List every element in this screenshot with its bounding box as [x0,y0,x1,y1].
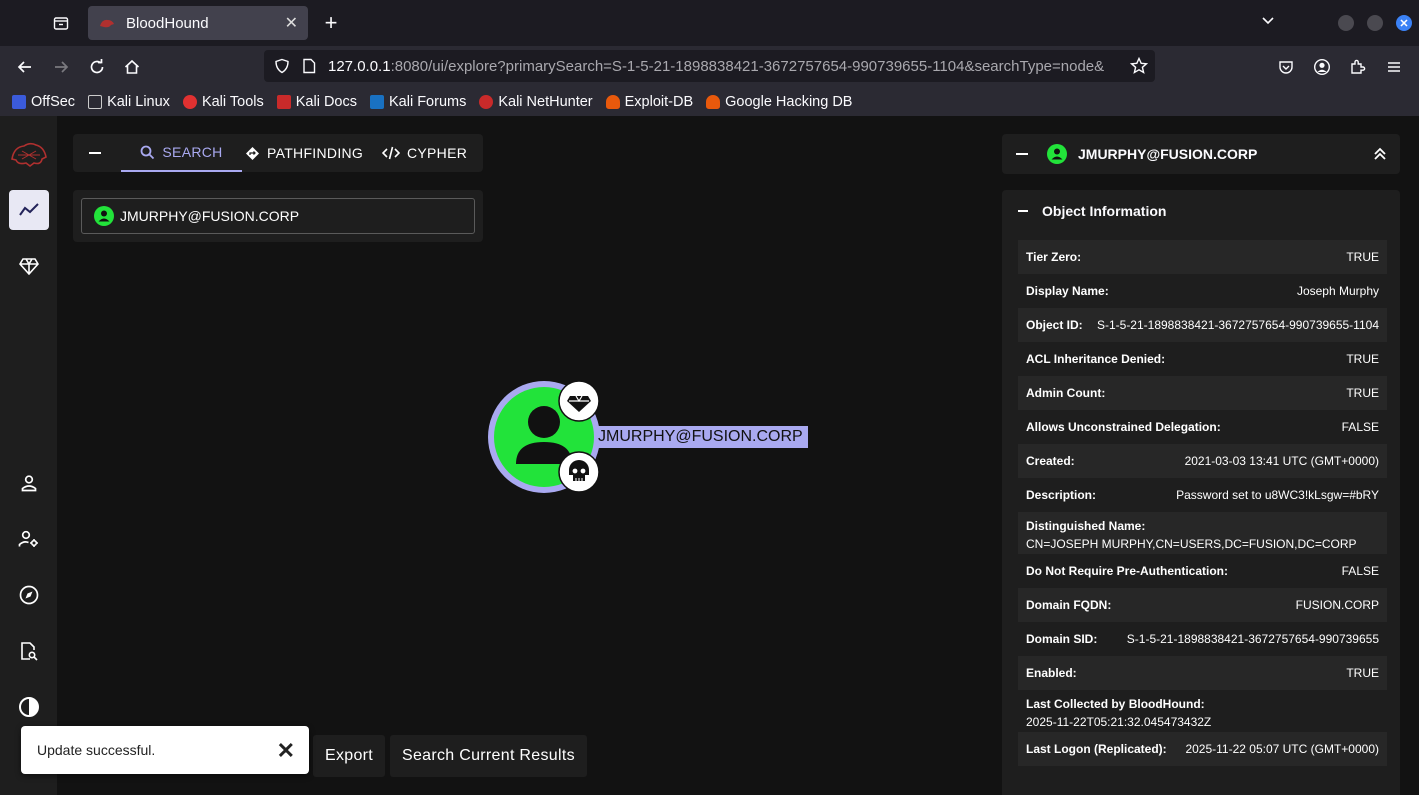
search-panel: SEARCH PATHFINDING CYPHER [73,134,483,172]
export-button[interactable]: Export [313,735,386,777]
home-icon[interactable] [119,54,145,80]
search-input-panel: JMURPHY@FUSION.CORP [73,190,483,242]
graph-node-label[interactable]: JMURPHY@FUSION.CORP [594,426,808,448]
bookmark-google-hacking-db[interactable]: Google Hacking DB [706,94,852,110]
search-icon [141,145,155,159]
tab-search[interactable]: SEARCH [121,134,242,172]
bookmark-kali-tools[interactable]: Kali Tools [182,94,264,110]
page-info-icon[interactable] [302,58,316,74]
object-information-section-header[interactable]: Object Information [1002,190,1400,232]
bookmark-kali-nethunter[interactable]: Kali NetHunter [479,94,593,110]
properties-list: Tier Zero: TRUE Display Name: Joseph Murph… [1018,240,1387,766]
collapse-entity-panel-icon[interactable] [1016,147,1028,166]
left-nav [0,116,57,795]
new-tab-icon[interactable]: + [318,10,344,36]
search-current-results-button[interactable]: Search Current Results [390,735,587,777]
property-row: Domain SID: S-1-5-21-1898838421-367275765… [1026,632,1379,646]
extensions-icon[interactable] [1345,54,1371,80]
kali-dragon-icon [88,95,103,109]
code-icon [382,146,400,160]
search-input[interactable]: JMURPHY@FUSION.CORP [81,198,475,234]
close-window-icon[interactable]: ✕ [1396,15,1412,31]
url-path: :8080/ui/explore?primarySearch=S-1-5-21-… [390,57,1105,75]
entity-title: JMURPHY@FUSION.CORP [1078,146,1258,162]
bloodhound-app: SEARCH PATHFINDING CYPHER JMURPHY@FUSION… [0,116,1419,795]
property-row: Tier Zero: TRUE [1018,240,1387,274]
graph-node-user[interactable] [484,378,604,498]
nethunter-icon [479,95,494,109]
dark-mode-toggle-icon[interactable] [9,687,49,727]
entity-info-panel: Object Information Tier Zero: TRUE Displa… [1002,190,1400,795]
ghdb-icon [706,95,721,109]
bloodhound-favicon-icon [100,19,114,28]
property-row: Enabled: TRUE [1018,656,1387,690]
file-search-icon[interactable] [9,631,49,671]
maximize-window-icon[interactable] [1367,15,1383,31]
url-bar[interactable]: 127.0.0.1:8080/ui/explore?primarySearch=… [264,50,1155,82]
bookmark-star-icon[interactable] [1130,57,1148,75]
tab-close-icon[interactable]: ✕ [285,13,298,33]
offsec-icon [12,95,26,109]
bookmarks-toolbar: OffSec Kali Linux Kali Tools Kali Docs K… [0,88,1419,116]
browser-tab[interactable]: BloodHound ✕ [88,6,308,40]
property-row: Admin Count: TRUE [1018,376,1387,410]
toast-message: Update successful. [37,742,156,758]
property-row: Last Logon (Replicated): 2025-11-22 05:07… [1018,732,1387,766]
kali-tools-icon [182,95,197,109]
user-node-icon [1047,144,1067,164]
property-row: ACL Inheritance Denied: TRUE [1026,352,1379,366]
url-host: 127.0.0.1 [328,57,391,75]
pathfinding-icon [246,146,259,160]
notification-toast: Update successful. ✕ [21,726,309,774]
tabs-dropdown-icon[interactable] [1260,12,1276,33]
browser-nav-bar: 127.0.0.1:8080/ui/explore?primarySearch=… [0,46,1419,88]
exploit-db-icon [605,95,620,109]
bookmark-kali-linux[interactable]: Kali Linux [88,94,170,110]
collapse-search-panel-icon[interactable] [87,142,103,164]
compass-icon[interactable] [9,575,49,615]
bookmark-kali-forums[interactable]: Kali Forums [369,94,466,110]
back-icon[interactable] [12,54,38,80]
property-row: Description: Password set to u8WC3!kLsgw=… [1026,488,1379,502]
administration-icon[interactable] [9,519,49,559]
entity-panel-header: JMURPHY@FUSION.CORP [1002,134,1400,174]
collapse-section-icon[interactable] [1018,209,1028,213]
forward-icon[interactable] [48,54,74,80]
bookmark-exploit-db[interactable]: Exploit-DB [605,94,693,110]
property-row: Display Name: Joseph Murphy [1026,284,1379,298]
kali-docs-icon [276,95,291,109]
property-row: Domain FQDN: FUSION.CORP [1018,588,1387,622]
pocket-icon[interactable] [1273,54,1299,80]
property-row: Distinguished Name: CN=JOSEPH MURPHY,CN=U… [1018,512,1387,554]
bookmark-offsec[interactable]: OffSec [12,94,75,110]
close-toast-icon[interactable]: ✕ [277,738,295,764]
kali-forums-icon [369,95,384,109]
tab-pathfinding[interactable]: PATHFINDING [245,134,363,172]
property-row: Do Not Require Pre-Authentication: FALSE [1026,564,1379,578]
property-row: Created: 2021-03-03 13:41 UTC (GMT+0000) [1018,444,1387,478]
profile-icon[interactable] [9,463,49,503]
tab-list-icon[interactable] [46,8,76,38]
account-icon[interactable] [1309,54,1335,80]
property-row: Object ID: S-1-5-21-1898838421-3672757654… [1018,308,1387,342]
tracking-protection-icon[interactable] [274,58,290,74]
bloodhound-logo-icon[interactable] [9,134,49,174]
group-management-gem-icon[interactable] [9,246,49,286]
browser-tab-bar: BloodHound ✕ + ✕ [0,0,1419,46]
property-row: Last Collected by BloodHound: 2025-11-22T… [1026,697,1212,729]
minimize-window-icon[interactable] [1338,15,1354,31]
tab-title: BloodHound [126,14,209,32]
bookmark-kali-docs[interactable]: Kali Docs [276,94,357,110]
reload-icon[interactable] [84,54,110,80]
user-node-icon [94,206,114,226]
explore-nav-icon[interactable] [9,190,49,230]
property-row: Allows Unconstrained Delegation: FALSE [1026,420,1379,434]
expand-collapse-chevrons-icon[interactable] [1373,146,1387,167]
tab-cypher[interactable]: CYPHER [382,134,467,172]
app-menu-icon[interactable] [1381,54,1407,80]
